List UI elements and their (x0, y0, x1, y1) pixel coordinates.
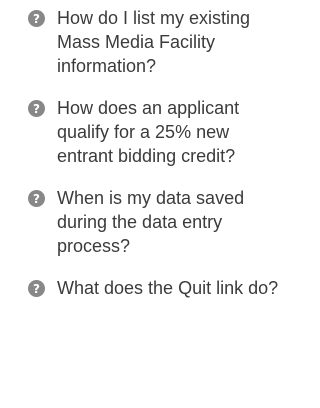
question-circle-icon: ? (28, 10, 45, 27)
faq-item: ? What does the Quit link do? (28, 276, 290, 300)
svg-text:?: ? (33, 102, 40, 116)
question-circle-icon: ? (28, 190, 45, 207)
faq-list: ? How do I list my existing Mass Media F… (28, 6, 290, 300)
faq-question-link[interactable]: How does an applicant qualify for a 25% … (57, 96, 290, 168)
svg-text:?: ? (33, 12, 40, 26)
faq-item: ? How does an applicant qualify for a 25… (28, 96, 290, 168)
faq-question-link[interactable]: How do I list my existing Mass Media Fac… (57, 6, 290, 78)
faq-question-link[interactable]: What does the Quit link do? (57, 276, 290, 300)
faq-item: ? When is my data saved during the data … (28, 186, 290, 258)
faq-question-link[interactable]: When is my data saved during the data en… (57, 186, 290, 258)
svg-text:?: ? (33, 282, 40, 296)
faq-item: ? How do I list my existing Mass Media F… (28, 6, 290, 78)
svg-text:?: ? (33, 192, 40, 206)
question-circle-icon: ? (28, 280, 45, 297)
question-circle-icon: ? (28, 100, 45, 117)
